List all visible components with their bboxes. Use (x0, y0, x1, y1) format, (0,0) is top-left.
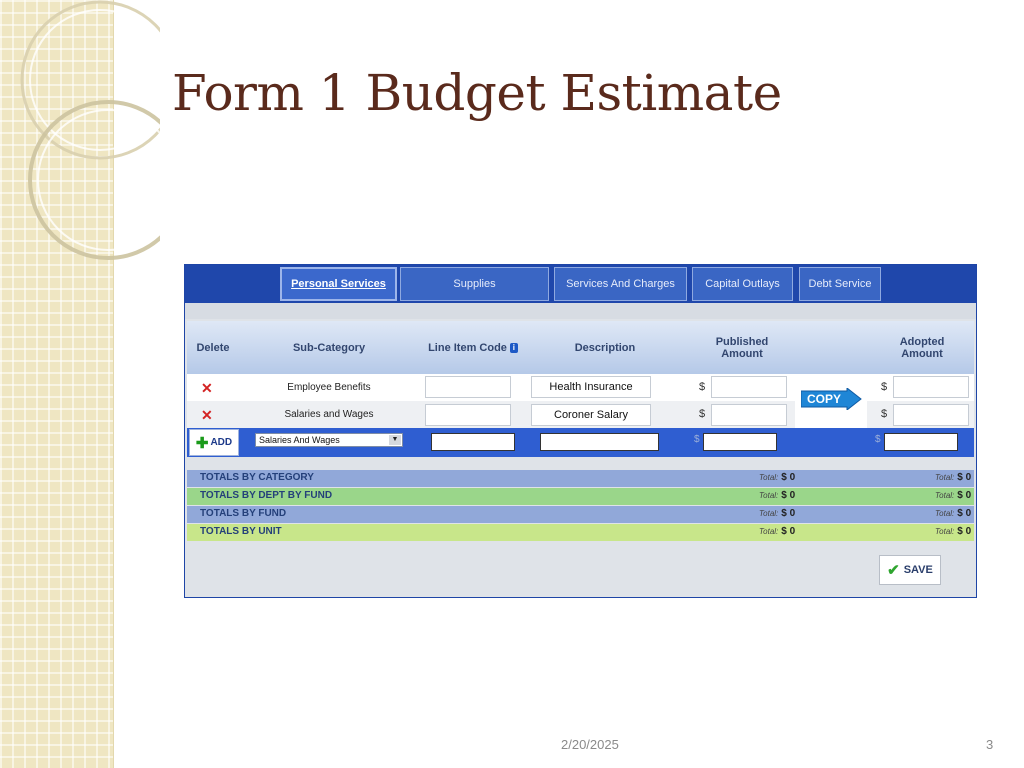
add-button[interactable]: ✚ ADD (189, 429, 239, 456)
header-published-amount: Published Amount (715, 335, 769, 360)
totals-label: TOTALS BY DEPT BY FUND (200, 490, 333, 501)
new-published-amount-field[interactable] (703, 433, 777, 451)
currency-symbol: $ (699, 381, 706, 393)
total-value: $ 0 (781, 490, 796, 501)
totals-adopted: Total: $ 0 (935, 490, 971, 501)
total-value: $ 0 (957, 508, 972, 519)
totals-row-category: TOTALS BY CATEGORY Total: $ 0 Total: $ 0 (187, 470, 974, 487)
totals-label: TOTALS BY FUND (200, 508, 287, 519)
total-prefix: Total: (759, 527, 779, 536)
published-amount-field[interactable] (711, 404, 787, 426)
header-line-item-code-label: Line Item Code (428, 341, 507, 354)
info-icon[interactable]: i (509, 342, 518, 353)
totals-published: Total: $ 0 (759, 472, 795, 483)
total-value: $ 0 (957, 472, 972, 483)
new-adopted-amount-field[interactable] (884, 433, 958, 451)
total-value: $ 0 (781, 508, 796, 519)
totals-published: Total: $ 0 (759, 508, 795, 519)
total-prefix: Total: (759, 491, 779, 500)
total-prefix: Total: (935, 491, 955, 500)
totals-label: TOTALS BY UNIT (200, 526, 282, 537)
header-delete: Delete (196, 341, 230, 354)
totals-row-unit: TOTALS BY UNIT Total: $ 0 Total: $ 0 (187, 524, 974, 541)
row-sub-category: Employee Benefits (287, 382, 371, 393)
currency-symbol: $ (881, 381, 888, 393)
plus-icon: ✚ (195, 434, 209, 452)
currency-symbol: $ (694, 434, 700, 445)
total-prefix: Total: (935, 473, 955, 482)
slide-number: 3 (986, 737, 994, 752)
close-icon[interactable]: ✕ (201, 407, 213, 424)
total-prefix: Total: (935, 509, 955, 518)
total-prefix: Total: (759, 509, 779, 518)
total-value: $ 0 (781, 526, 796, 537)
spacer-strip (185, 303, 976, 319)
total-value: $ 0 (957, 526, 972, 537)
total-value: $ 0 (781, 472, 796, 483)
header-adopted-amount: Adopted Amount (899, 335, 945, 360)
tab-services-and-charges[interactable]: Services And Charges (554, 267, 687, 301)
checkmark-icon: ✔ (887, 562, 900, 579)
totals-row-fund: TOTALS BY FUND Total: $ 0 Total: $ 0 (187, 506, 974, 523)
new-description-field[interactable] (540, 433, 659, 451)
totals-adopted: Total: $ 0 (935, 526, 971, 537)
decorative-circles (20, 0, 160, 260)
totals-adopted: Total: $ 0 (935, 508, 971, 519)
copy-label: COPY (807, 392, 842, 406)
line-item-code-field[interactable] (425, 376, 511, 398)
line-item-code-field[interactable] (425, 404, 511, 426)
slide-title: Form 1 Budget Estimate (172, 64, 782, 122)
tab-capital-outlays[interactable]: Capital Outlays (692, 267, 793, 301)
totals-adopted: Total: $ 0 (935, 472, 971, 483)
table-header: Delete Sub-Category Line Item Code i Desc… (187, 321, 974, 374)
header-description: Description (574, 341, 636, 354)
header-sub-category: Sub-Category (292, 341, 366, 354)
currency-symbol: $ (881, 408, 888, 420)
copy-button[interactable]: COPY (800, 386, 863, 412)
save-button[interactable]: ✔ SAVE (879, 555, 941, 585)
header-line-item-code: Line Item Code i (413, 321, 533, 374)
totals-row-dept-by-fund: TOTALS BY DEPT BY FUND Total: $ 0 Total: $… (187, 488, 974, 505)
currency-symbol: $ (875, 434, 881, 445)
slide-date: 2/20/2025 (561, 737, 619, 752)
sub-category-select[interactable]: Salaries And Wages ▼ (255, 433, 403, 447)
description-field[interactable]: Health Insurance (531, 376, 651, 398)
tab-supplies[interactable]: Supplies (400, 267, 549, 301)
totals-label: TOTALS BY CATEGORY (200, 472, 314, 483)
total-value: $ 0 (957, 490, 972, 501)
description-field[interactable]: Coroner Salary (531, 404, 651, 426)
new-line-item-code-field[interactable] (431, 433, 515, 451)
close-icon[interactable]: ✕ (201, 380, 213, 397)
adopted-amount-field[interactable] (893, 404, 969, 426)
row-sub-category: Salaries and Wages (284, 409, 374, 420)
adopted-amount-field[interactable] (893, 376, 969, 398)
sub-category-select-value: Salaries And Wages (259, 435, 340, 445)
copy-cell: COPY (795, 374, 867, 428)
save-label: SAVE (903, 564, 933, 576)
tab-personal-services[interactable]: Personal Services (280, 267, 397, 301)
add-label: ADD (210, 437, 233, 448)
totals-published: Total: $ 0 (759, 490, 795, 501)
total-prefix: Total: (935, 527, 955, 536)
currency-symbol: $ (699, 408, 706, 420)
tab-bar: Personal Services Supplies Services And … (185, 265, 976, 303)
budget-form-screenshot: Personal Services Supplies Services And … (184, 264, 977, 598)
total-prefix: Total: (759, 473, 779, 482)
tab-debt-service[interactable]: Debt Service (799, 267, 881, 301)
chevron-down-icon[interactable]: ▼ (389, 435, 401, 445)
totals-published: Total: $ 0 (759, 526, 795, 537)
add-row: ✚ ADD Salaries And Wages ▼ $ $ (187, 428, 974, 457)
published-amount-field[interactable] (711, 376, 787, 398)
